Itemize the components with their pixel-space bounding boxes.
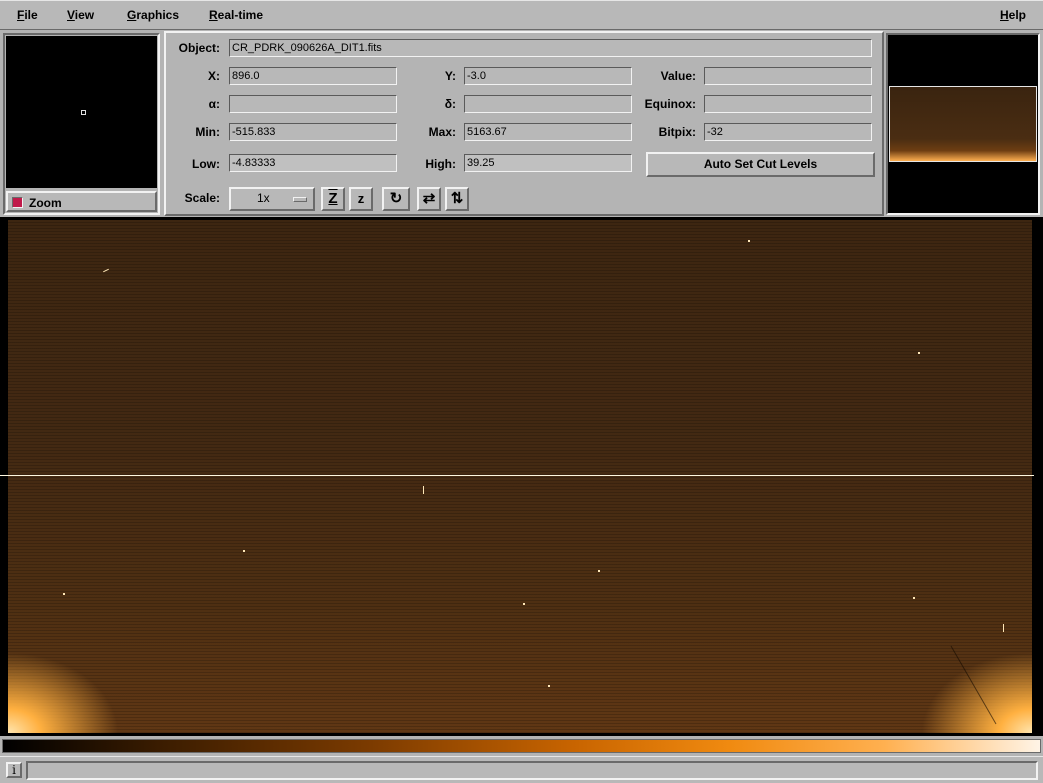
- bitpix-label: Bitpix:: [658, 125, 696, 139]
- image-speck: [598, 570, 600, 572]
- scale-value: 1x: [257, 191, 270, 205]
- image-display[interactable]: [0, 217, 1043, 736]
- zoom-out-button[interactable]: z: [349, 187, 373, 211]
- x-label: X:: [208, 69, 220, 83]
- min-label: Min:: [195, 125, 220, 139]
- zoom-label: Zoom: [29, 196, 62, 210]
- zoom-out-icon: z: [357, 191, 365, 206]
- x-field[interactable]: 896.0: [229, 67, 397, 85]
- zoom-panel: Zoom: [3, 33, 160, 215]
- image-speck: [63, 593, 65, 595]
- auto-set-cut-levels-button[interactable]: Auto Set Cut Levels: [646, 152, 875, 177]
- y-label: Y:: [444, 69, 456, 83]
- image-speck: [548, 685, 550, 687]
- colorbar: [2, 739, 1041, 753]
- high-label: High:: [425, 157, 456, 171]
- image-speck: [748, 240, 750, 242]
- object-label: Object:: [178, 41, 220, 55]
- zoom-view[interactable]: [6, 36, 157, 188]
- menu-graphics[interactable]: Graphics: [127, 8, 179, 22]
- value-label: Value:: [660, 69, 696, 83]
- equinox-label: Equinox:: [644, 97, 696, 111]
- image-speck: [103, 268, 109, 273]
- image-speck: [1003, 624, 1004, 632]
- object-field[interactable]: CR_PDRK_090626A_DIT1.fits: [229, 39, 872, 57]
- image-speck: [918, 352, 920, 354]
- bitpix-field[interactable]: -32: [704, 123, 872, 141]
- zoom-cursor-marker: [81, 110, 86, 115]
- high-cut-input[interactable]: 39.25: [464, 154, 632, 172]
- alpha-field[interactable]: [229, 95, 397, 113]
- pan-panel[interactable]: [886, 33, 1040, 215]
- info-icon[interactable]: i: [6, 762, 22, 778]
- info-panel: Object: CR_PDRK_090626A_DIT1.fits X: 896…: [164, 31, 884, 216]
- y-field[interactable]: -3.0: [464, 67, 632, 85]
- menubar: File View Graphics Real-time Help: [0, 0, 1043, 30]
- flip-x-button[interactable]: ⇄: [417, 187, 441, 211]
- flip-y-icon: ⇅: [450, 190, 464, 207]
- menu-help[interactable]: Help: [1000, 8, 1026, 22]
- image-speck: [523, 603, 525, 605]
- low-label: Low:: [192, 157, 220, 171]
- low-cut-input[interactable]: -4.83333: [229, 154, 397, 172]
- zoom-in-button[interactable]: Z: [321, 187, 345, 211]
- min-field[interactable]: -515.833: [229, 123, 397, 141]
- option-menu-indicator-icon: [293, 197, 307, 202]
- menu-file[interactable]: File: [17, 8, 38, 22]
- rotate-icon: ↻: [389, 190, 403, 207]
- max-field[interactable]: 5163.67: [464, 123, 632, 141]
- scale-label: Scale:: [184, 191, 220, 205]
- delta-field[interactable]: [464, 95, 632, 113]
- zoom-checkbox[interactable]: [12, 197, 23, 208]
- pan-thumbnail[interactable]: [889, 86, 1037, 162]
- value-field[interactable]: [704, 67, 872, 85]
- zoom-in-icon: Z: [328, 190, 338, 207]
- fits-image[interactable]: [8, 220, 1032, 733]
- status-message: [26, 761, 1038, 780]
- max-label: Max:: [428, 125, 456, 139]
- scale-select[interactable]: 1x: [229, 187, 315, 211]
- alpha-label: α:: [208, 97, 220, 111]
- menu-view[interactable]: View: [67, 8, 94, 22]
- status-bar: i: [0, 756, 1043, 783]
- image-streak: [950, 645, 997, 725]
- zoom-toggle[interactable]: Zoom: [6, 191, 157, 212]
- image-speck: [913, 597, 915, 599]
- flip-y-button[interactable]: ⇅: [445, 187, 469, 211]
- rotate-button[interactable]: ↻: [382, 187, 410, 211]
- flip-x-icon: ⇄: [422, 190, 436, 207]
- equinox-field[interactable]: [704, 95, 872, 113]
- image-speck: [243, 550, 245, 552]
- menu-realtime[interactable]: Real-time: [209, 8, 263, 22]
- image-speck: [423, 486, 424, 494]
- delta-label: δ:: [444, 97, 456, 111]
- cut-line: [0, 475, 1034, 476]
